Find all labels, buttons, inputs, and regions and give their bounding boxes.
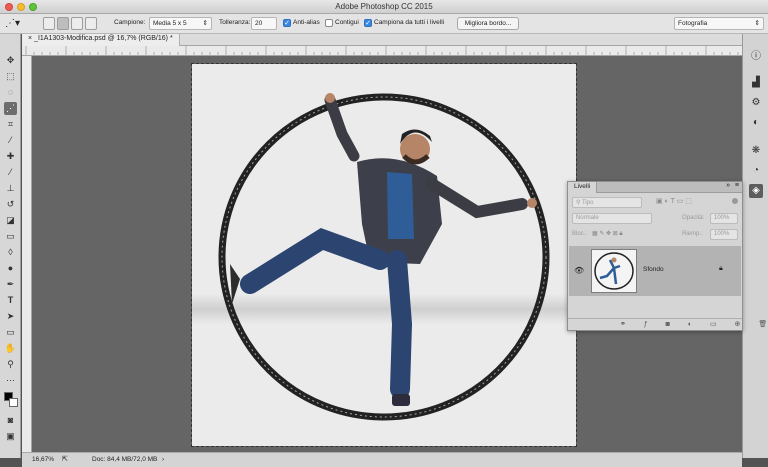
magic-wand-preset-icon[interactable]: ⋰▾ <box>5 17 27 30</box>
sample-size-value: Media 5 x 5 <box>153 20 187 27</box>
document-tab-title: _I1A1303-Modifica.psd @ 16,7% (RGB/16) * <box>34 35 173 42</box>
edit-toolbar-icon[interactable]: ⋯ <box>4 374 17 387</box>
hand-tool-icon[interactable]: ✋ <box>4 342 17 355</box>
document-canvas[interactable] <box>191 63 577 447</box>
layers-tab[interactable]: Livelli <box>568 182 598 193</box>
photo-image <box>192 64 576 446</box>
layers-icon[interactable]: ◈ <box>749 184 763 198</box>
fill-input[interactable]: 100% <box>710 229 738 240</box>
sample-all-layers-checkbox[interactable]: ✓ <box>364 19 372 27</box>
sample-size-label: Campione: <box>114 19 146 26</box>
lock-icon: 🔒︎ <box>719 265 723 272</box>
zoom-level[interactable]: 16,67% <box>32 456 54 463</box>
document-info[interactable]: Doc: 84,4 MB/72,0 MB <box>92 456 157 463</box>
lasso-tool-icon[interactable]: ◌ <box>4 86 17 99</box>
collapse-panel-icon[interactable]: » <box>726 182 730 189</box>
layers-panel-footer: ⚭ ƒ ◙ ◐ ▭ ⊕ 🗑︎ <box>568 318 767 330</box>
chevron-updown-icon: ⇕ <box>754 20 760 27</box>
layer-thumbnail-image <box>594 252 634 290</box>
background-color-swatch[interactable] <box>9 398 18 407</box>
layer-filter-select[interactable]: ⚲ Tipo <box>572 197 642 208</box>
layer-thumbnail <box>591 249 637 293</box>
channels-icon[interactable]: ❋ <box>749 144 763 158</box>
paths-icon[interactable]: ◔ <box>749 164 763 178</box>
crop-tool-icon[interactable]: ⌗ <box>4 118 17 131</box>
layers-panel: Livelli » ≡ ⚲ Tipo ▣ ◐ T ▭ ⬚ Normale Opa… <box>567 181 767 331</box>
gradient-tool-icon[interactable]: ▭ <box>4 230 17 243</box>
filter-toggle-icon[interactable] <box>732 198 738 204</box>
panel-menu-icon[interactable]: ≡ <box>735 182 739 189</box>
options-bar: ⋰▾ Campione: Media 5 x 5 ⇕ Tolleranza: 2… <box>0 14 768 34</box>
horizontal-ruler[interactable] <box>22 46 742 56</box>
eraser-tool-icon[interactable]: ◪ <box>4 214 17 227</box>
screen-mode-icon[interactable]: ▣ <box>4 430 17 443</box>
type-tool-icon[interactable]: T <box>4 294 17 307</box>
info-icon[interactable]: ⓘ <box>749 50 763 64</box>
eye-visibility-icon[interactable]: 👁︎ <box>574 266 584 275</box>
dodge-tool-icon[interactable]: ● <box>4 262 17 275</box>
blur-tool-icon[interactable]: ◊ <box>4 246 17 259</box>
add-to-selection-icon[interactable] <box>57 17 69 30</box>
layer-filter-row: ⚲ Tipo ▣ ◐ T ▭ ⬚ <box>572 197 738 209</box>
magic-wand-tool-icon[interactable]: ⋰ <box>4 102 17 115</box>
antialias-checkbox[interactable]: ✓ <box>283 19 291 27</box>
document-tab[interactable]: × _I1A1303-Modifica.psd @ 16,7% (RGB/16)… <box>22 34 180 46</box>
eyedropper-tool-icon[interactable]: ⁄ <box>4 134 17 147</box>
history-brush-tool-icon[interactable]: ↺ <box>4 198 17 211</box>
histogram-icon[interactable]: ▟ <box>749 76 763 90</box>
opacity-label: Opacità: <box>682 215 705 221</box>
status-menu-chevron-icon[interactable]: › <box>162 456 164 463</box>
zoom-tool-icon[interactable]: ⚲ <box>4 358 17 371</box>
tolerance-input[interactable]: 20 <box>251 17 277 30</box>
ruler-ticks <box>25 46 739 55</box>
lock-label: Bloc.: <box>572 231 588 237</box>
properties-icon[interactable]: ⚙ <box>749 96 763 110</box>
antialias-label: Anti-alias <box>293 19 320 26</box>
shape-tool-icon[interactable]: ▭ <box>4 326 17 339</box>
filter-kind-icons[interactable]: ▣ ◐ T ▭ ⬚ <box>656 197 692 205</box>
document-tab-bar: × _I1A1303-Modifica.psd @ 16,7% (RGB/16)… <box>22 34 742 46</box>
window-title: Adobe Photoshop CC 2015 <box>335 2 433 11</box>
opacity-input[interactable]: 100% <box>710 213 738 224</box>
lock-row: Bloc.: ▦ ✎ ✥ ⊠ 🔒︎ Riemp.: 100% <box>572 229 738 241</box>
right-panel-dock: ⓘ ▟ ⚙ ◐ ❋ ◔ ◈ <box>742 34 768 458</box>
blend-mode-select[interactable]: Normale <box>572 213 652 224</box>
new-selection-icon[interactable] <box>43 17 55 30</box>
pen-tool-icon[interactable]: ✒ <box>4 278 17 291</box>
layers-panel-header: Livelli » ≡ <box>568 182 742 193</box>
contiguous-label: Contigui <box>335 19 359 26</box>
workspace-select[interactable]: Fotografia ⇕ <box>674 17 764 30</box>
layer-actions-icons[interactable]: ⚭ ƒ ◙ ◐ ▭ ⊕ 🗑︎ <box>620 320 768 328</box>
layer-name: Sfondo <box>643 266 664 273</box>
blend-mode-row: Normale Opacità: 100% <box>572 213 738 225</box>
layer-row[interactable]: 👁︎ Sfondo 🔒︎ <box>569 246 741 296</box>
brush-tool-icon[interactable]: ⁄ <box>4 166 17 179</box>
path-selection-tool-icon[interactable]: ➤ <box>4 310 17 323</box>
healing-brush-tool-icon[interactable]: ✚ <box>4 150 17 163</box>
chevron-updown-icon: ⇕ <box>202 20 208 27</box>
quick-mask-icon[interactable]: ◙ <box>4 414 17 427</box>
move-tool-icon[interactable]: ✥ <box>4 54 17 67</box>
status-bar: 16,67% ⇱ Doc: 84,4 MB/72,0 MB › <box>22 452 742 467</box>
sample-size-select[interactable]: Media 5 x 5 ⇕ <box>149 17 212 30</box>
contiguous-checkbox[interactable] <box>325 19 333 27</box>
clone-stamp-tool-icon[interactable]: ⊥ <box>4 182 17 195</box>
sample-all-layers-label: Campiona da tutti i livelli <box>374 19 445 26</box>
share-icon[interactable]: ⇱ <box>62 455 68 463</box>
tools-panel: ✥ ⬚ ◌ ⋰ ⌗ ⁄ ✚ ⁄ ⊥ ↺ ◪ ▭ ◊ ● ✒ T ➤ ▭ ✋ ⚲ … <box>0 34 21 458</box>
refine-edge-button[interactable]: Migliora bordo... <box>457 17 519 30</box>
intersect-selection-icon[interactable] <box>85 17 97 30</box>
adjustments-icon[interactable]: ◐ <box>749 116 763 130</box>
marquee-tool-icon[interactable]: ⬚ <box>4 70 17 83</box>
filter-type-value: Tipo <box>581 200 594 206</box>
lock-options-icons[interactable]: ▦ ✎ ✥ ⊠ 🔒︎ <box>592 230 623 238</box>
tolerance-label: Tolleranza: <box>219 19 251 26</box>
title-bar: Adobe Photoshop CC 2015 <box>0 0 768 14</box>
vertical-ruler[interactable] <box>22 56 32 452</box>
fill-label: Riemp.: <box>682 231 703 237</box>
workspace-value: Fotografia <box>678 20 708 27</box>
subtract-selection-icon[interactable] <box>71 17 83 30</box>
